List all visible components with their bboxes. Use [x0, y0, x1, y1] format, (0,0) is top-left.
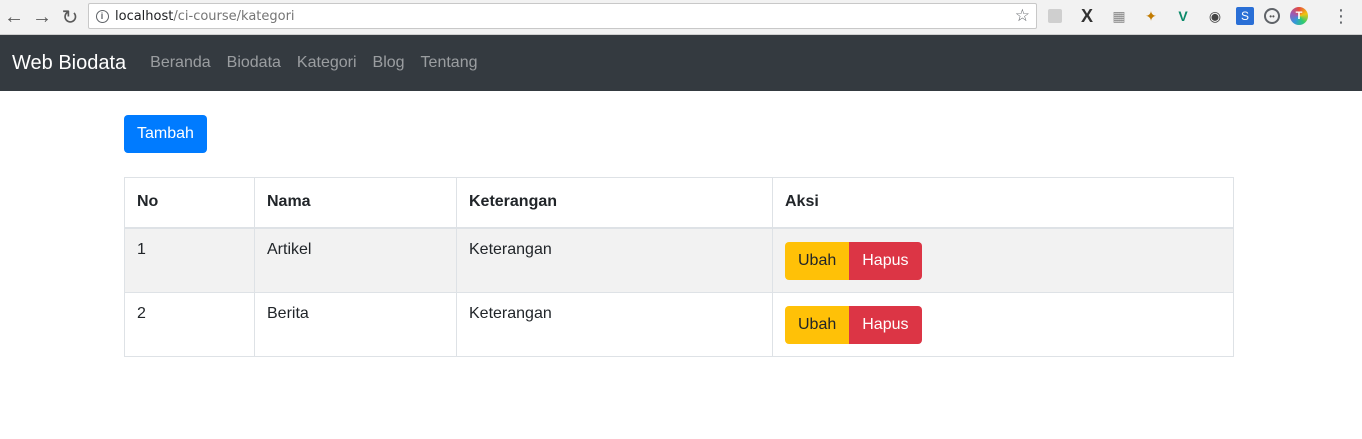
- cell-nama: Artikel: [254, 227, 457, 293]
- rocket-extension-icon[interactable]: ✦: [1140, 5, 1162, 27]
- table-row: 1 Artikel Keterangan Ubah Hapus: [124, 227, 1234, 293]
- site-info-icon[interactable]: i: [89, 9, 115, 23]
- cell-aksi: Ubah Hapus: [772, 291, 1234, 357]
- edit-button[interactable]: Ubah: [785, 305, 850, 344]
- main-content: Tambah No Nama Keterangan Aksi 1 Artikel…: [124, 115, 1234, 357]
- url-text[interactable]: localhost/ci-course/kategori: [115, 9, 295, 24]
- header-aksi: Aksi: [772, 177, 1234, 229]
- cell-keterangan: Keterangan: [456, 291, 773, 357]
- browser-menu-icon[interactable]: ⋮: [1332, 6, 1350, 26]
- table-row: 2 Berita Keterangan Ubah Hapus: [124, 291, 1234, 357]
- address-bar[interactable]: i localhost/ci-course/kategori ☆: [88, 3, 1037, 29]
- navbar-brand[interactable]: Web Biodata: [12, 52, 126, 75]
- grid-extension-icon[interactable]: ▦: [1108, 5, 1130, 27]
- browser-toolbar: ← → ↻ i localhost/ci-course/kategori ☆ X…: [0, 0, 1362, 35]
- vue-devtools-icon[interactable]: V: [1172, 5, 1194, 27]
- cell-aksi: Ubah Hapus: [772, 227, 1234, 293]
- header-no: No: [124, 177, 255, 229]
- chat-extension-icon[interactable]: ••: [1264, 8, 1280, 24]
- s-extension-icon[interactable]: S: [1236, 7, 1254, 25]
- t-extension-icon[interactable]: T: [1290, 7, 1308, 25]
- nav-link-biodata[interactable]: Biodata: [227, 54, 281, 72]
- delete-button[interactable]: Hapus: [849, 305, 922, 344]
- delete-button[interactable]: Hapus: [849, 241, 922, 280]
- nav-link-blog[interactable]: Blog: [373, 54, 405, 72]
- edit-button[interactable]: Ubah: [785, 241, 850, 280]
- extension-icon[interactable]: [1048, 9, 1062, 23]
- site-navbar: Web Biodata Beranda Biodata Kategori Blo…: [0, 35, 1362, 91]
- cell-no: 2: [124, 291, 255, 357]
- category-table: No Nama Keterangan Aksi 1 Artikel Ketera…: [124, 177, 1234, 357]
- x-extension-icon[interactable]: X: [1076, 5, 1098, 27]
- bookmark-star-icon[interactable]: ☆: [1015, 6, 1030, 26]
- cell-nama: Berita: [254, 291, 457, 357]
- add-button[interactable]: Tambah: [124, 115, 207, 153]
- cell-no: 1: [124, 227, 255, 293]
- nav-link-kategori[interactable]: Kategori: [297, 54, 357, 72]
- reload-icon[interactable]: ↻: [56, 3, 84, 31]
- header-keterangan: Keterangan: [456, 177, 773, 229]
- forward-arrow-icon[interactable]: →: [28, 3, 56, 31]
- cell-keterangan: Keterangan: [456, 227, 773, 293]
- nav-link-beranda[interactable]: Beranda: [150, 54, 211, 72]
- table-header-row: No Nama Keterangan Aksi: [124, 177, 1234, 229]
- header-nama: Nama: [254, 177, 457, 229]
- back-arrow-icon[interactable]: ←: [0, 3, 28, 31]
- nav-link-tentang[interactable]: Tentang: [421, 54, 478, 72]
- eye-extension-icon[interactable]: ◉: [1204, 5, 1226, 27]
